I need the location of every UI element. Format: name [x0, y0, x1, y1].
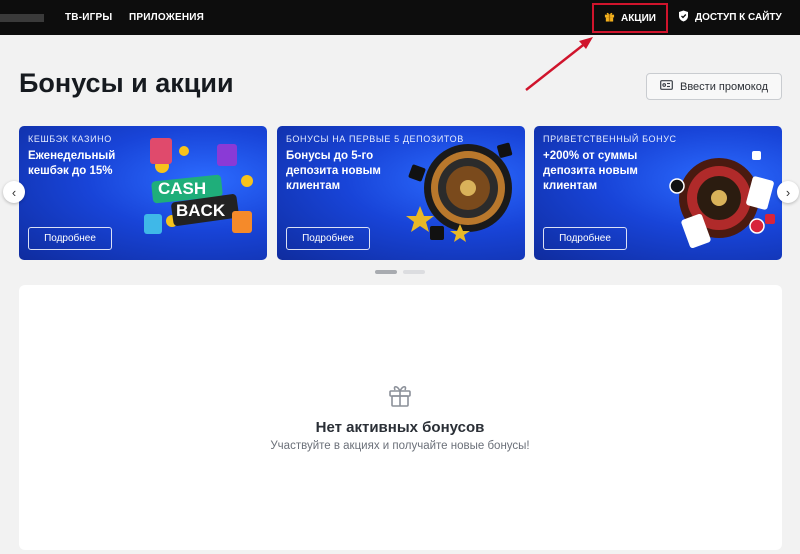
cashback-illustration: CASH BACK: [144, 138, 253, 234]
card-details-button[interactable]: Подробнее: [28, 227, 112, 250]
chevron-left-icon: ‹: [11, 184, 17, 200]
card-tag: КЕШБЭК КАЗИНО: [28, 134, 112, 144]
enter-promo-code-button[interactable]: Ввести промокод: [646, 73, 782, 100]
promo-card-deposit-bonus[interactable]: БОНУСЫ НА ПЕРВЫЕ 5 ДЕПОЗИТОВ Бонусы до 5…: [277, 126, 525, 260]
carousel-dot[interactable]: [403, 270, 425, 274]
bonuses-panel: [19, 285, 782, 550]
page-title: Бонусы и акции: [19, 68, 234, 98]
back-text: BACK: [176, 201, 226, 220]
card-details-button[interactable]: Подробнее: [286, 227, 370, 250]
card-text: +200% от суммы депозита новым клиентам: [543, 150, 638, 192]
casino-illustration: [669, 151, 775, 249]
gift-icon: [604, 11, 615, 25]
nav-site-access-label: ДОСТУП К САЙТУ: [695, 12, 782, 23]
ticket-icon: [660, 80, 673, 93]
chevron-right-icon: ›: [785, 184, 791, 200]
nav-promotions-label: АКЦИИ: [620, 12, 656, 24]
nav-promotions[interactable]: АКЦИИ: [592, 3, 668, 33]
roulette-illustration: [406, 142, 513, 242]
card-text: Бонусы до 5-го депозита новым клиентам: [286, 150, 381, 192]
top-navigation-bar: ТВ-ИГРЫ ПРИЛОЖЕНИЯ АКЦИИ ДОСТУП К САЙТУ: [0, 0, 800, 35]
annotation-arrow: [525, 37, 593, 91]
promo-card-cashback[interactable]: КЕШБЭК КАЗИНО Еженедельный кешбэк до 15%…: [19, 126, 267, 260]
carousel-dot-active[interactable]: [375, 270, 397, 274]
nav-tv-games[interactable]: ТВ-ИГРЫ: [65, 0, 112, 35]
carousel-prev-button[interactable]: ‹: [3, 181, 25, 203]
card-text: Еженедельный кешбэк до 15%: [28, 150, 116, 177]
cash-text: CASH: [158, 179, 206, 198]
shield-icon: [678, 10, 689, 25]
enter-promo-code-label: Ввести промокод: [679, 80, 769, 93]
gift-icon: [389, 385, 411, 407]
nav-applications[interactable]: ПРИЛОЖЕНИЯ: [129, 0, 204, 35]
card-details-button[interactable]: Подробнее: [543, 227, 627, 250]
empty-state-subtitle: Участвуйте в акциях и получайте новые бо…: [270, 440, 530, 452]
empty-state-title: Нет активных бонусов: [315, 419, 485, 436]
logo[interactable]: [0, 14, 44, 22]
nav-site-access[interactable]: ДОСТУП К САЙТУ: [678, 0, 782, 35]
carousel-next-button[interactable]: ›: [777, 181, 799, 203]
promo-card-welcome-bonus[interactable]: ПРИВЕТСТВЕННЫЙ БОНУС +200% от суммы депо…: [534, 126, 782, 260]
